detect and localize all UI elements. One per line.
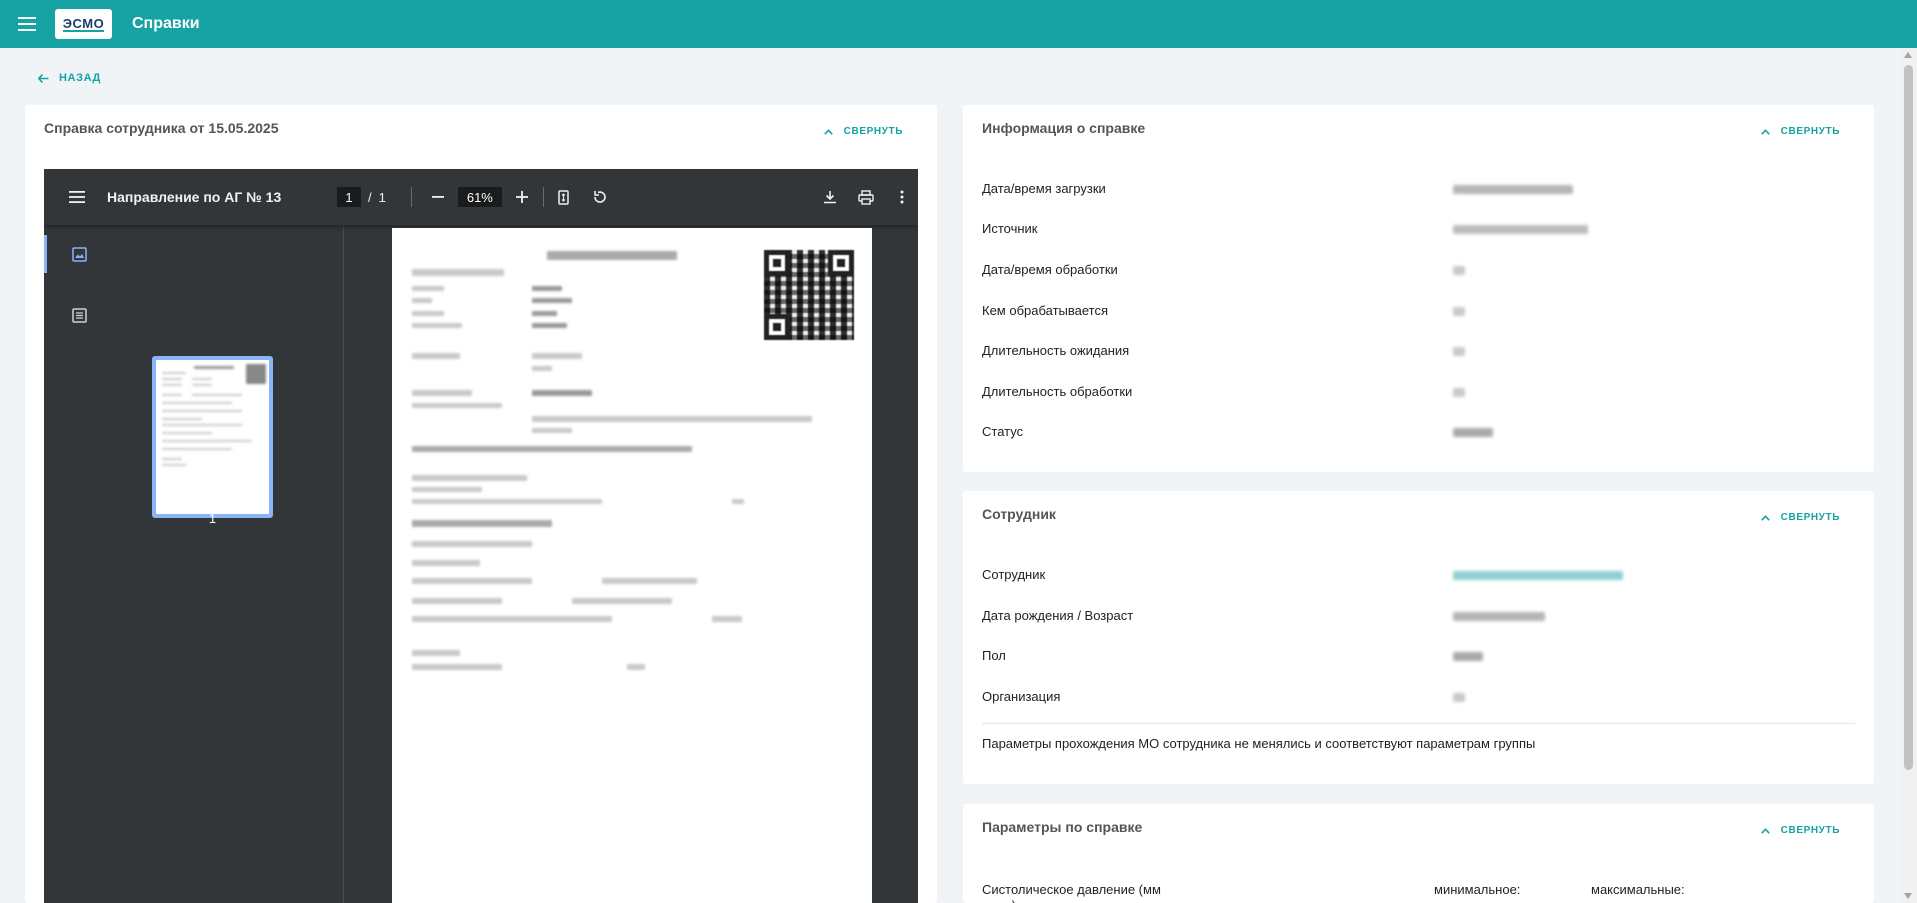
divider bbox=[982, 723, 1855, 724]
info-card-title: Информация о справке bbox=[982, 120, 1146, 136]
collapse-document-button[interactable]: СВЕРНУТЬ bbox=[823, 126, 903, 137]
info-row: Источник bbox=[982, 221, 1855, 241]
total-pages: 1 bbox=[378, 189, 386, 205]
info-row-label: Дата/время обработки bbox=[982, 262, 1118, 277]
chevron-up-icon bbox=[1760, 128, 1770, 135]
pdf-sidebar: 1 bbox=[44, 225, 344, 903]
print-icon[interactable] bbox=[850, 181, 882, 213]
employee-link[interactable] bbox=[1453, 571, 1623, 580]
collapse-info-button[interactable]: СВЕРНУТЬ bbox=[1760, 126, 1840, 137]
info-row-label: Дата/время загрузки bbox=[982, 181, 1106, 196]
employee-card-title: Сотрудник bbox=[982, 506, 1056, 522]
minus-icon[interactable] bbox=[422, 181, 454, 213]
info-card: Информация о справке СВЕРНУТЬ Дата/время… bbox=[963, 105, 1874, 472]
toolbar-divider bbox=[410, 187, 412, 207]
sidebar-active-indicator bbox=[44, 235, 47, 273]
thumbnail-page-number: 1 bbox=[208, 511, 217, 526]
menu-icon[interactable] bbox=[61, 181, 93, 213]
info-row: Кем обрабатывается bbox=[982, 303, 1855, 323]
info-row: Дата/время обработки bbox=[982, 262, 1855, 282]
menu-icon[interactable] bbox=[15, 12, 39, 36]
info-row: Длительность обработки bbox=[982, 384, 1855, 404]
info-row-value bbox=[1453, 347, 1465, 356]
collapse-label: СВЕРНУТЬ bbox=[843, 126, 903, 137]
info-row-value bbox=[1453, 307, 1465, 316]
info-row-value bbox=[1453, 428, 1493, 437]
app-bar: ЭСМО Справки bbox=[0, 0, 1917, 48]
more-vert-icon[interactable] bbox=[886, 181, 918, 213]
page-title: Справки bbox=[132, 15, 200, 32]
qr-code bbox=[764, 250, 854, 340]
employee-row-label: Организация bbox=[982, 689, 1061, 704]
params-card: Параметры по справке СВЕРНУТЬ Систоличес… bbox=[963, 804, 1874, 903]
logo-text: ЭСМО bbox=[62, 15, 105, 32]
download-icon[interactable] bbox=[814, 181, 846, 213]
zoom-input[interactable]: 61% bbox=[457, 187, 502, 207]
pdf-page bbox=[392, 228, 872, 903]
collapse-label: СВЕРНУТЬ bbox=[1780, 512, 1840, 523]
pdf-document-title: Направление по АГ № 13 bbox=[107, 189, 282, 205]
employee-card: Сотрудник СВЕРНУТЬ Сотрудник Дата рожден… bbox=[963, 491, 1874, 784]
employee-row-label: Пол bbox=[982, 648, 1006, 663]
employee-row-label: Дата рождения / Возраст bbox=[982, 608, 1134, 623]
employee-row-label: Сотрудник bbox=[982, 567, 1046, 582]
page-separator: / bbox=[368, 189, 372, 205]
chevron-up-icon bbox=[1760, 514, 1770, 521]
info-row-label: Кем обрабатывается bbox=[982, 303, 1109, 318]
info-row-label: Длительность обработки bbox=[982, 384, 1133, 399]
info-row-label: Источник bbox=[982, 221, 1038, 236]
collapse-label: СВЕРНУТЬ bbox=[1780, 825, 1840, 836]
info-row-label: Статус bbox=[982, 424, 1024, 439]
pdf-blurred-content bbox=[547, 251, 677, 260]
employee-row: Пол bbox=[982, 648, 1855, 668]
scrollbar-thumb[interactable] bbox=[1904, 65, 1913, 770]
toolbar-divider bbox=[542, 187, 544, 207]
employee-note: Параметры прохождения МО сотрудника не м… bbox=[982, 736, 1536, 751]
employee-row-value bbox=[1453, 612, 1545, 621]
page-scrollbar[interactable] bbox=[1900, 48, 1917, 903]
max-label: максимальные: bbox=[1591, 882, 1685, 897]
pdf-toolbar: Направление по АГ № 13 1 / 1 61% bbox=[44, 169, 918, 225]
pdf-viewer: 1 Направление по АГ № 13 1 / 1 61% bbox=[44, 169, 918, 903]
chevron-up-icon bbox=[1760, 827, 1770, 834]
chevron-up-icon bbox=[823, 128, 833, 135]
info-row-label: Длительность ожидания bbox=[982, 343, 1130, 358]
plus-icon[interactable] bbox=[506, 181, 538, 213]
arrow-left-icon bbox=[37, 70, 49, 86]
page-thumbnail[interactable] bbox=[152, 356, 273, 518]
employee-row-value bbox=[1453, 693, 1465, 702]
info-row-value bbox=[1453, 266, 1465, 275]
collapse-label: СВЕРНУТЬ bbox=[1780, 126, 1840, 137]
info-row: Дата/время загрузки bbox=[982, 181, 1855, 201]
thumbnails-icon[interactable] bbox=[64, 239, 94, 269]
params-card-title: Параметры по справке bbox=[982, 819, 1143, 835]
info-row: Статус bbox=[982, 424, 1855, 444]
employee-row: Дата рождения / Возраст bbox=[982, 608, 1855, 628]
info-row: Длительность ожидания bbox=[982, 343, 1855, 363]
back-label: НАЗАД bbox=[59, 72, 101, 84]
info-row-value bbox=[1453, 388, 1465, 397]
collapse-employee-button[interactable]: СВЕРНУТЬ bbox=[1760, 512, 1840, 523]
document-card-title: Справка сотрудника от 15.05.2025 bbox=[44, 120, 279, 136]
employee-row: Сотрудник bbox=[982, 567, 1855, 587]
page-number-input[interactable]: 1 bbox=[337, 187, 361, 207]
employee-row-value bbox=[1453, 652, 1483, 661]
info-row-value bbox=[1453, 185, 1573, 194]
scroll-down-arrow-icon[interactable] bbox=[1904, 893, 1912, 899]
collapse-params-button[interactable]: СВЕРНУТЬ bbox=[1760, 825, 1840, 836]
scroll-up-arrow-icon[interactable] bbox=[1904, 52, 1912, 58]
fit-page-icon[interactable] bbox=[548, 181, 580, 213]
info-row-value bbox=[1453, 225, 1588, 234]
app-logo[interactable]: ЭСМО bbox=[55, 9, 112, 39]
min-label: минимальное: bbox=[1434, 882, 1521, 897]
systolic-label: Систолическое давление (мм рт.ст.) bbox=[982, 882, 1161, 903]
document-card: Справка сотрудника от 15.05.2025 СВЕРНУТ… bbox=[25, 105, 937, 903]
rotate-icon[interactable] bbox=[584, 181, 616, 213]
employee-row: Организация bbox=[982, 689, 1855, 709]
back-button[interactable]: НАЗАД bbox=[37, 70, 101, 86]
outline-icon[interactable] bbox=[64, 300, 94, 330]
